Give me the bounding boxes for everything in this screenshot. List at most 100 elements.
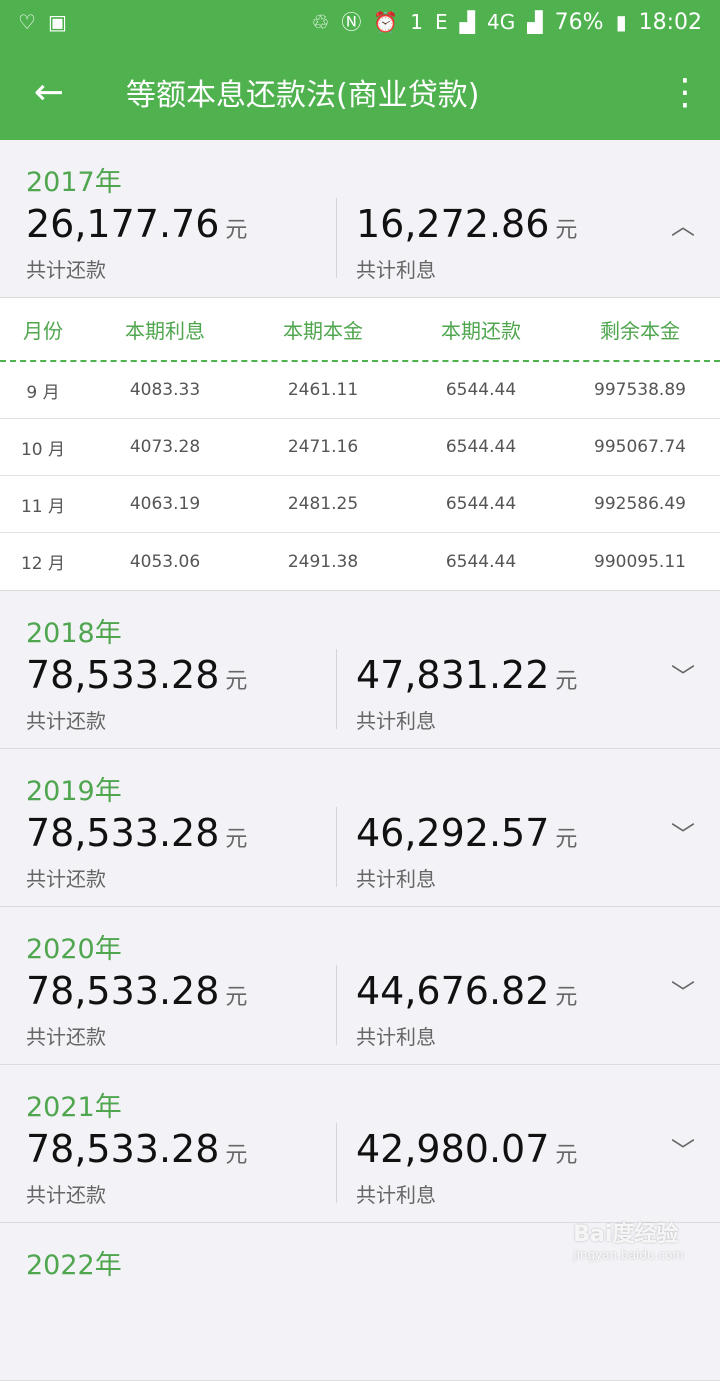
cell-payment: 6544.44 (445, 380, 517, 400)
interest-amount: 16,272.86 (356, 202, 550, 246)
cell-principal: 2481.25 (287, 494, 359, 514)
page-title: 等额本息还款法(商业贷款) (126, 78, 480, 113)
interest-column: 46,292.57 元 共计利息 (356, 811, 577, 892)
unit-label: 元 (225, 669, 248, 694)
total-caption: 共计还款 (26, 867, 106, 891)
interest-caption: 共计利息 (356, 1183, 436, 1207)
interest-amount: 47,831.22 (356, 653, 550, 697)
battery-icon: ▮ (615, 10, 627, 34)
watermark: Bai度经验 jingyan.baidu.com (573, 1216, 684, 1262)
year-list[interactable]: 2017年 26,177.76 元 共计还款 16,272.86 元 共计利息 ︿ … (0, 140, 720, 1381)
cell-month: 12 月 (20, 554, 66, 574)
year-label: 2018年 (26, 618, 122, 649)
signal-icon-2: ▟ (527, 10, 543, 34)
cell-remaining: 997538.89 (594, 380, 686, 400)
col-header-principal: 本期本金 (283, 318, 363, 343)
year-label: 2021年 (26, 1092, 122, 1123)
unit-label: 元 (555, 1143, 578, 1168)
signal-icon: ▟ (459, 10, 476, 34)
year-card-2018[interactable]: 2018年 78,533.28 元 共计还款 47,831.22 元 共计利息 ﹀ (0, 591, 720, 749)
watermark-sub: jingyan.baidu.com (573, 1248, 684, 1262)
chevron-down-icon[interactable]: ﹀ (668, 657, 698, 691)
interest-column: 16,272.86 元 共计利息 (356, 202, 577, 283)
table-row: 9 月 4083.33 2461.11 6544.44 997538.89 (0, 362, 720, 419)
total-amount: 78,533.28 (26, 969, 220, 1013)
alarm-icon: ⏰ (373, 10, 399, 34)
arrow-left-icon: ← (33, 71, 65, 113)
col-header-payment: 本期还款 (441, 318, 521, 343)
unit-label: 元 (555, 669, 578, 694)
cell-interest: 4053.06 (129, 551, 201, 572)
unit-label: 元 (555, 218, 578, 243)
monthly-table: 月份 本期利息 本期本金 本期还款 剩余本金 9 月 4083.33 2461.… (0, 298, 720, 591)
year-label: 2020年 (26, 934, 122, 965)
chevron-down-icon[interactable]: ﹀ (668, 815, 698, 849)
total-caption: 共计还款 (26, 258, 106, 282)
chevron-down-icon[interactable]: ﹀ (668, 1131, 698, 1165)
column-divider (336, 198, 337, 278)
chevron-up-icon[interactable]: ︿ (668, 206, 698, 240)
col-header-month: 月份 (23, 318, 63, 343)
total-caption: 共计还款 (26, 1025, 106, 1049)
year-card-2017[interactable]: 2017年 26,177.76 元 共计还款 16,272.86 元 共计利息 ︿ (0, 140, 720, 298)
watermark-text: Bai度经验 (573, 1222, 679, 1247)
col-header-interest: 本期利息 (125, 318, 205, 343)
table-row: 10 月 4073.28 2471.16 6544.44 995067.74 (0, 419, 720, 476)
col-header-remaining: 剩余本金 (600, 318, 680, 343)
wifi-call-icon: ♡ (18, 10, 36, 34)
unit-label: 元 (225, 1143, 248, 1168)
interest-caption: 共计利息 (356, 258, 436, 282)
interest-column: 42,980.07 元 共计利息 (356, 1127, 577, 1208)
cell-principal: 2471.16 (287, 437, 359, 457)
notification-badge: 1 (410, 10, 424, 34)
network-type: 4G (487, 10, 516, 34)
cell-interest: 4083.33 (129, 380, 201, 400)
interest-caption: 共计利息 (356, 1025, 436, 1049)
column-divider (336, 1123, 337, 1203)
cell-month: 11 月 (20, 496, 66, 517)
cell-principal: 2491.38 (287, 551, 359, 572)
total-column: 26,177.76 元 共计还款 (26, 202, 247, 283)
total-column: 78,533.28 元 共计还款 (26, 811, 247, 892)
more-button[interactable]: ⋮ (650, 44, 720, 140)
total-amount: 26,177.76 (26, 202, 220, 246)
cell-principal: 2461.11 (287, 380, 359, 400)
unit-label: 元 (555, 827, 578, 852)
table-row: 12 月 4053.06 2491.38 6544.44 990095.11 (0, 533, 720, 590)
cell-remaining: 990095.11 (594, 551, 686, 572)
cell-payment: 6544.44 (445, 437, 517, 457)
table-row: 11 月 4063.19 2481.25 6544.44 992586.49 (0, 476, 720, 533)
status-left: ♡ ▣ (18, 12, 67, 32)
cell-payment: 6544.44 (445, 551, 517, 572)
battery-percent: 76% (554, 9, 604, 35)
total-column: 78,533.28 元 共计还款 (26, 1127, 247, 1208)
total-amount: 78,533.28 (26, 811, 220, 855)
clock: 18:02 (638, 9, 702, 35)
total-column: 78,533.28 元 共计还款 (26, 653, 247, 734)
year-card-2020[interactable]: 2020年 78,533.28 元 共计还款 44,676.82 元 共计利息 ﹀ (0, 907, 720, 1065)
total-caption: 共计还款 (26, 1183, 106, 1207)
chevron-down-icon[interactable]: ﹀ (668, 973, 698, 1007)
total-amount: 78,533.28 (26, 653, 220, 697)
recycle-icon: ♲ (311, 10, 330, 34)
interest-amount: 46,292.57 (356, 811, 550, 855)
year-card-2019[interactable]: 2019年 78,533.28 元 共计还款 46,292.57 元 共计利息 ﹀ (0, 749, 720, 907)
cell-payment: 6544.44 (445, 494, 517, 514)
image-icon: ▣ (47, 10, 67, 34)
unit-label: 元 (225, 985, 248, 1010)
year-card-2021[interactable]: 2021年 78,533.28 元 共计还款 42,980.07 元 共计利息 ﹀ (0, 1065, 720, 1223)
year-label: 2022年 (26, 1250, 122, 1281)
back-button[interactable]: ← (0, 44, 98, 140)
year-label: 2017年 (26, 167, 122, 198)
cell-remaining: 995067.74 (594, 437, 686, 457)
app-bar: ← 等额本息还款法(商业贷款) ⋮ (0, 44, 720, 140)
nfc-icon: Ⓝ (341, 10, 362, 34)
year-label: 2019年 (26, 776, 122, 807)
unit-label: 元 (555, 985, 578, 1010)
interest-column: 47,831.22 元 共计利息 (356, 653, 577, 734)
interest-column: 44,676.82 元 共计利息 (356, 969, 577, 1050)
cell-interest: 4073.28 (129, 437, 201, 457)
cell-month: 9 月 (26, 382, 60, 403)
unit-label: 元 (225, 218, 248, 243)
column-divider (336, 649, 337, 729)
